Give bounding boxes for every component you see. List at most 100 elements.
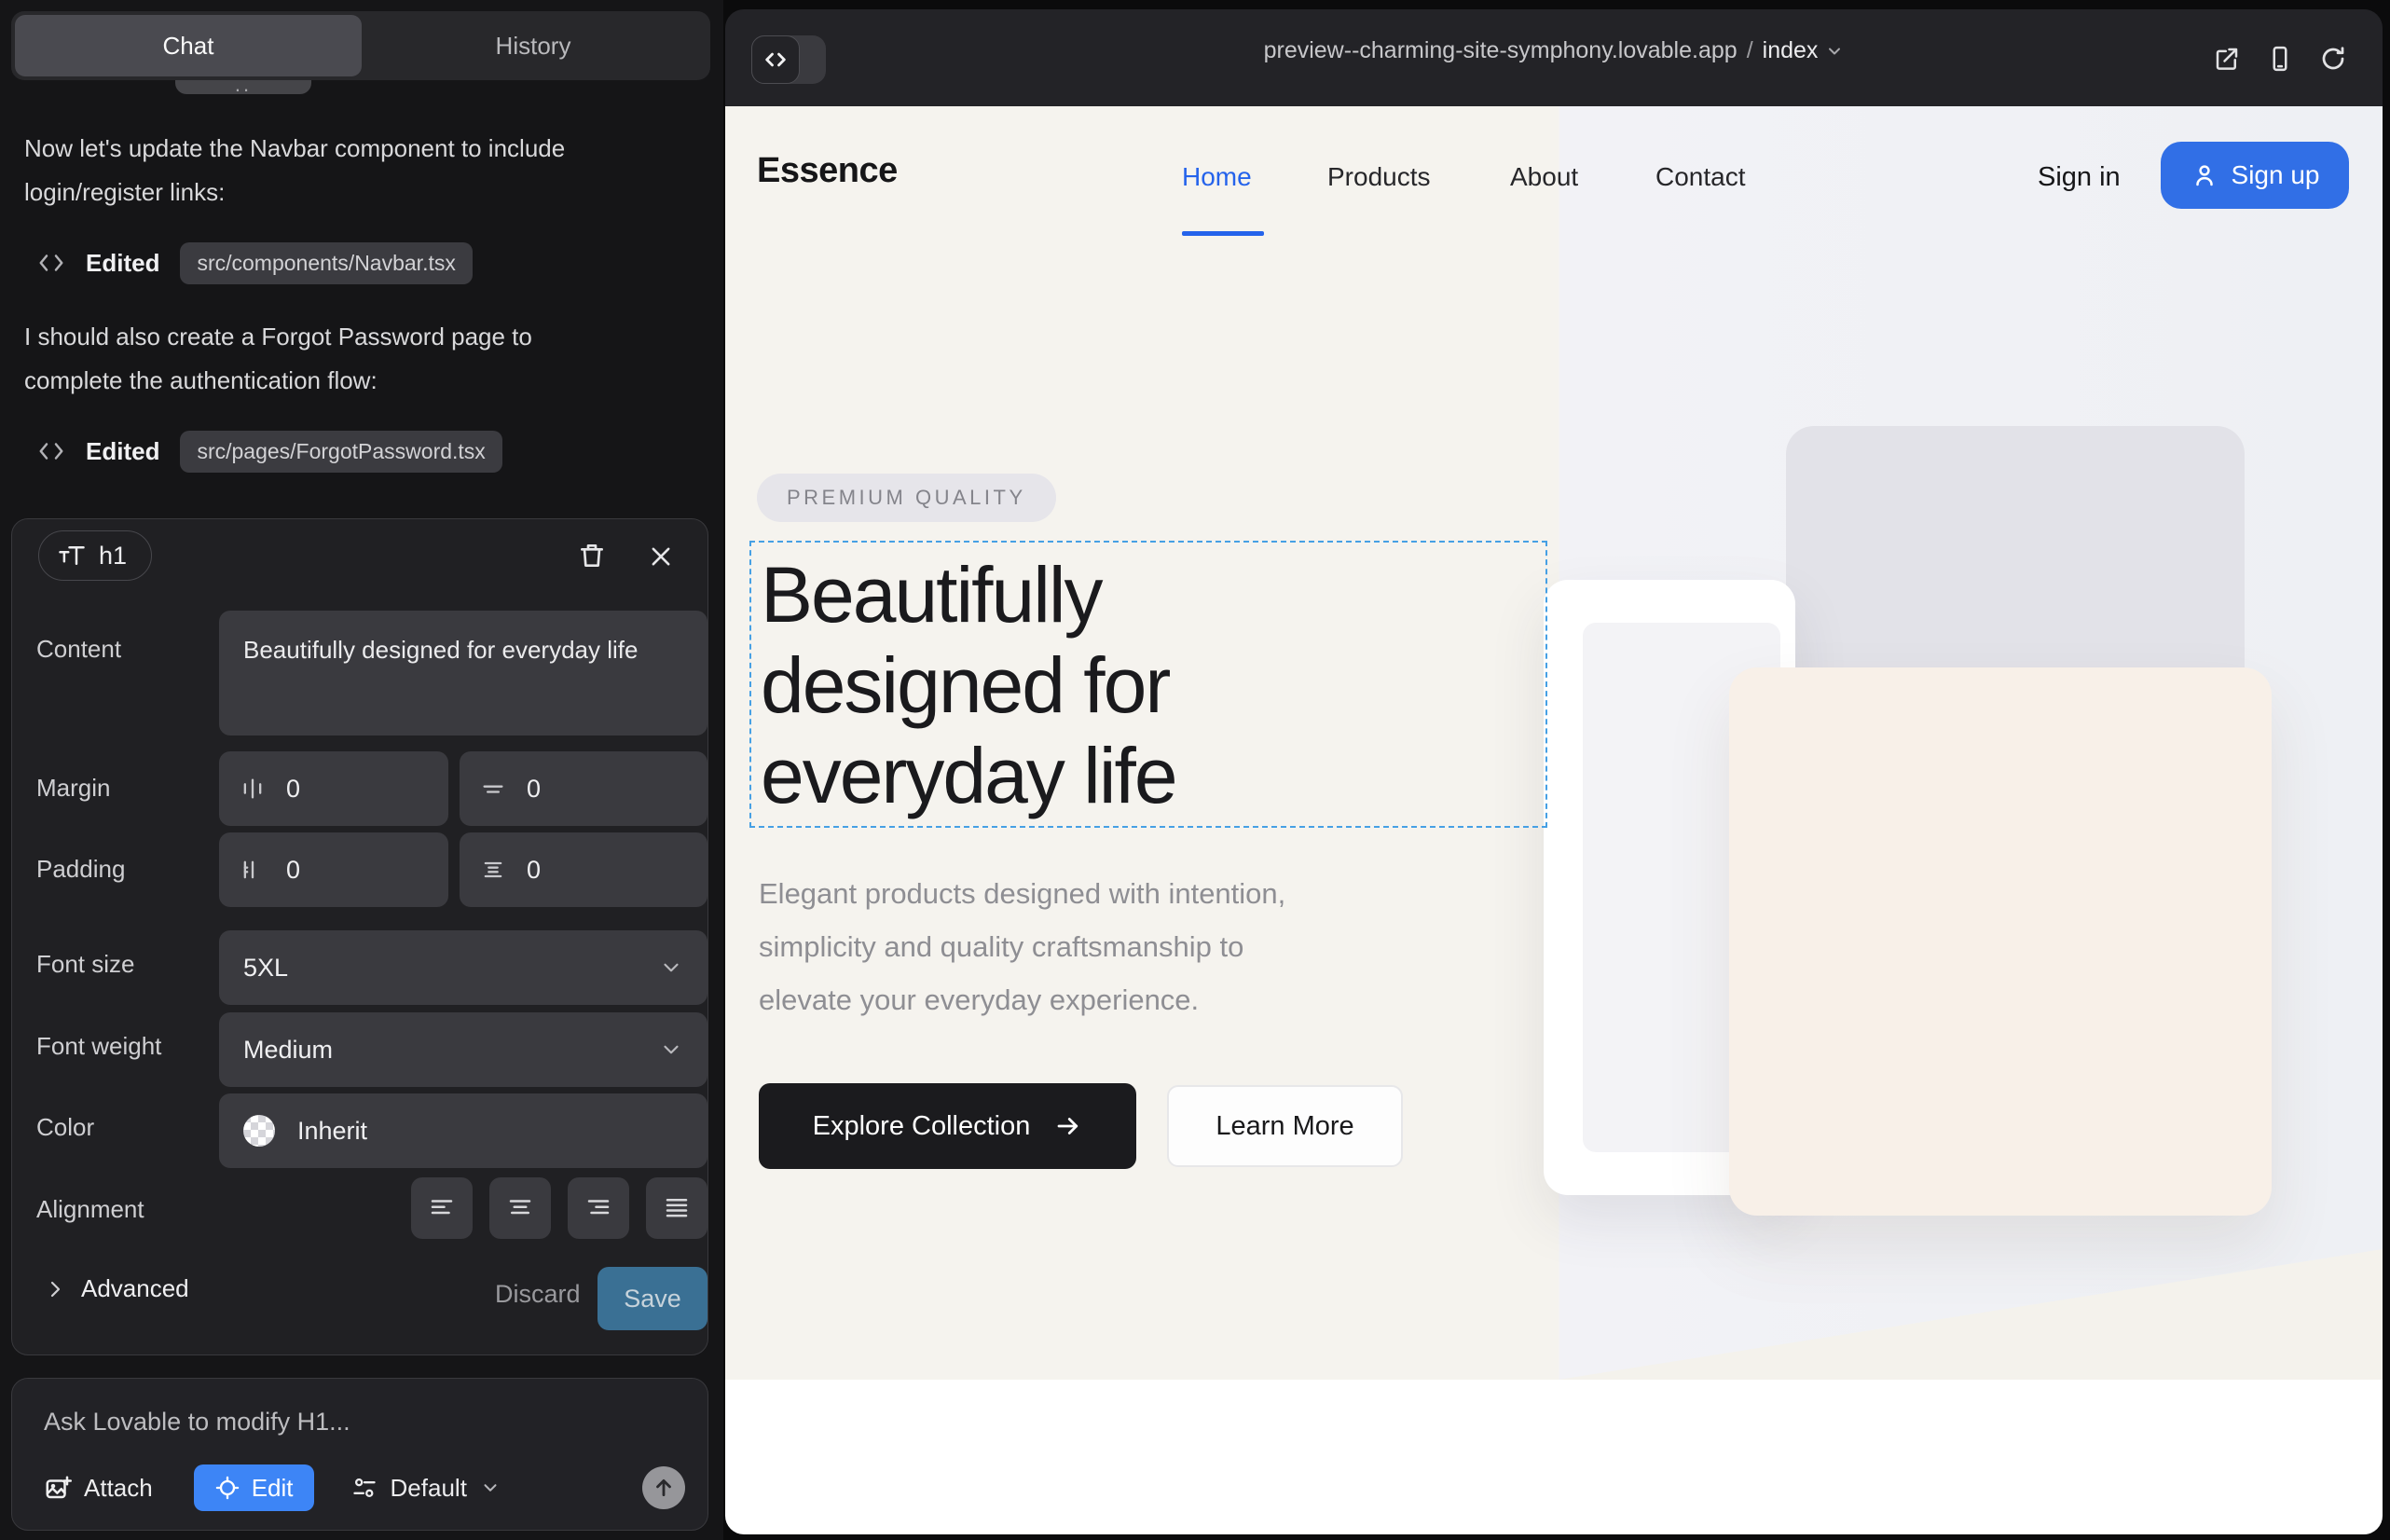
- external-link-icon: [2213, 45, 2241, 73]
- sign-up-button[interactable]: Sign up: [2161, 142, 2349, 209]
- margin-label: Margin: [36, 774, 110, 803]
- sign-in-link[interactable]: Sign in: [2038, 162, 2121, 193]
- chevron-right-icon: [44, 1278, 66, 1300]
- explore-collection-button[interactable]: Explore Collection: [759, 1083, 1136, 1169]
- align-justify-icon: [663, 1194, 691, 1222]
- preview-url: preview--charming-site-symphony.lovable.…: [1264, 37, 1738, 63]
- advanced-toggle[interactable]: Advanced: [44, 1274, 189, 1303]
- preview-browser-frame: preview--charming-site-symphony.lovable.…: [725, 9, 2383, 1534]
- discard-button[interactable]: Discard: [495, 1280, 581, 1309]
- nav-link-about[interactable]: About: [1510, 162, 1578, 192]
- content-label: Content: [36, 635, 121, 664]
- user-icon: [2191, 161, 2218, 189]
- align-right-button[interactable]: [568, 1177, 629, 1239]
- chevron-down-icon: [659, 1038, 683, 1062]
- chat-history-tabs: Chat History: [11, 11, 710, 80]
- hero-headline[interactable]: Beautifully designed for everyday life: [761, 550, 1176, 821]
- model-default-button[interactable]: Default: [351, 1474, 501, 1503]
- chevron-down-icon: [659, 956, 683, 980]
- close-icon: [648, 543, 674, 570]
- margin-y-input[interactable]: 0: [460, 751, 707, 826]
- color-field[interactable]: Inherit: [219, 1093, 707, 1168]
- font-weight-label: Font weight: [36, 1032, 161, 1061]
- tab-chat[interactable]: Chat: [15, 15, 362, 76]
- selected-element-tag: h1: [38, 530, 152, 581]
- align-center-icon: [506, 1194, 534, 1222]
- edited-file-row: Edited src/components/Navbar.tsx: [37, 239, 473, 287]
- nav-link-home[interactable]: Home: [1182, 162, 1252, 192]
- url-bar[interactable]: preview--charming-site-symphony.lovable.…: [725, 37, 2383, 64]
- decor-card-cream: [1729, 667, 2272, 1216]
- site-logo[interactable]: Essence: [757, 151, 898, 191]
- refresh-icon: [2319, 45, 2347, 73]
- app-window: Chat History .. Now let's update the Nav…: [0, 0, 2390, 1540]
- active-nav-underline: [1182, 231, 1264, 236]
- edited-label: Edited: [86, 437, 159, 466]
- nav-link-products[interactable]: Products: [1327, 162, 1431, 192]
- target-icon: [214, 1475, 240, 1501]
- chat-composer: Attach Edit Default: [11, 1378, 708, 1531]
- file-badge[interactable]: src/components/Navbar.tsx: [180, 242, 472, 284]
- edited-file-row: Edited src/pages/ForgotPassword.tsx: [37, 427, 502, 475]
- edit-mode-button[interactable]: Edit: [194, 1464, 314, 1511]
- chevron-down-icon: [1825, 42, 1844, 61]
- chevron-down-icon: [480, 1478, 501, 1498]
- align-justify-button[interactable]: [646, 1177, 707, 1239]
- refresh-button[interactable]: [2319, 45, 2347, 73]
- element-editor-panel: h1 Content Beautifully designed for ever…: [11, 518, 708, 1355]
- trash-icon: [577, 541, 607, 571]
- text-type-icon: [58, 542, 86, 570]
- save-button[interactable]: Save: [598, 1267, 707, 1330]
- code-icon: [37, 437, 65, 465]
- align-left-button[interactable]: [411, 1177, 473, 1239]
- align-left-icon: [428, 1194, 456, 1222]
- smartphone-icon: [2266, 45, 2294, 73]
- alignment-label: Alignment: [36, 1195, 144, 1224]
- route-name: index: [1763, 37, 1819, 63]
- code-icon: [37, 249, 65, 277]
- padding-y-input[interactable]: 0: [460, 832, 707, 907]
- send-button[interactable]: [642, 1466, 685, 1509]
- content-textarea[interactable]: Beautifully designed for everyday life: [219, 611, 707, 736]
- font-weight-select[interactable]: Medium: [219, 1012, 707, 1087]
- align-right-icon: [584, 1194, 612, 1222]
- margin-x-input[interactable]: 0: [219, 751, 448, 826]
- tab-history[interactable]: History: [362, 15, 705, 76]
- padding-label: Padding: [36, 855, 125, 884]
- file-badge[interactable]: src/pages/ForgotPassword.tsx: [180, 431, 501, 473]
- arrow-right-icon: [1054, 1112, 1082, 1140]
- composer-input[interactable]: [44, 1399, 659, 1444]
- attach-button[interactable]: Attach: [44, 1474, 153, 1503]
- delete-element-button[interactable]: [573, 537, 611, 574]
- align-center-button[interactable]: [489, 1177, 551, 1239]
- learn-more-button[interactable]: Learn More: [1167, 1085, 1403, 1167]
- padding-vertical-icon: [480, 857, 506, 883]
- decor-wedge: [1559, 1249, 2383, 1380]
- composer-controls: Attach Edit Default: [44, 1464, 685, 1511]
- padding-horizontal-icon: [240, 857, 266, 883]
- padding-x-input[interactable]: 0: [219, 832, 448, 907]
- hero-description: Elegant products designed with intention…: [759, 867, 1285, 1026]
- margin-vertical-icon: [480, 776, 506, 802]
- image-plus-icon: [44, 1474, 72, 1502]
- site-viewport: Essence Home Products About Contact Sign…: [725, 106, 2383, 1534]
- site-hero-section: Essence Home Products About Contact Sign…: [725, 106, 2383, 1380]
- mobile-view-button[interactable]: [2266, 45, 2294, 73]
- margin-horizontal-icon: [240, 776, 266, 802]
- nav-link-contact[interactable]: Contact: [1655, 162, 1746, 192]
- chat-message: I should also create a Forgot Password p…: [24, 315, 621, 403]
- chat-message: Now let's update the Navbar component to…: [24, 127, 621, 214]
- font-size-select[interactable]: 5XL: [219, 930, 707, 1005]
- premium-quality-badge: PREMIUM QUALITY: [757, 474, 1056, 522]
- chat-sidebar: Chat History .. Now let's update the Nav…: [0, 0, 723, 1540]
- close-editor-button[interactable]: [642, 538, 680, 575]
- tag-label: h1: [99, 542, 127, 571]
- color-label: Color: [36, 1113, 94, 1142]
- browser-chrome-bar: preview--charming-site-symphony.lovable.…: [725, 9, 2383, 106]
- edited-label: Edited: [86, 249, 159, 278]
- sliders-icon: [351, 1475, 378, 1501]
- transparency-swatch-icon: [243, 1115, 275, 1147]
- open-in-new-tab-button[interactable]: [2213, 45, 2241, 73]
- arrow-up-icon: [652, 1476, 676, 1500]
- scrolled-badge-partial: ..: [175, 80, 311, 94]
